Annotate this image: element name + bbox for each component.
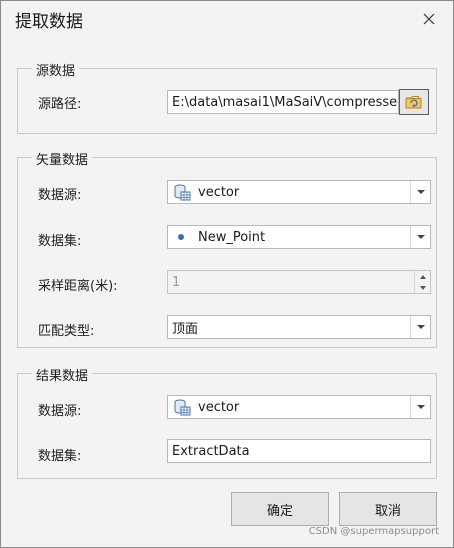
chevron-down-icon[interactable]: [410, 181, 430, 203]
source-path-label: 源路径:: [38, 97, 82, 112]
stepper-buttons[interactable]: [414, 271, 430, 293]
sample-distance-label: 采样距离(米):: [38, 279, 118, 294]
vector-dataset-select[interactable]: New_Point: [167, 225, 431, 249]
result-datasource-value: vector: [198, 399, 240, 415]
ok-button[interactable]: 确定: [231, 492, 329, 526]
source-data-legend: 源数据: [32, 60, 80, 79]
match-type-select[interactable]: 顶面: [167, 315, 431, 339]
sample-distance-value: 1: [172, 274, 181, 290]
source-data-group: 源数据 源路径: E:\data\masai1\MaSaiV\compresse…: [17, 60, 437, 134]
point-dataset-icon: [178, 234, 184, 240]
result-datasource-select[interactable]: vector: [167, 395, 431, 419]
source-path-value: E:\data\masai1\MaSaiV\compressed.s: [172, 94, 398, 110]
result-datasource-label: 数据源:: [38, 404, 82, 419]
result-dataset-input[interactable]: ExtractData: [167, 439, 431, 463]
dialog-title: 提取数据: [15, 12, 83, 32]
match-type-label: 匹配类型:: [38, 324, 95, 339]
folder-open-icon: [405, 96, 422, 109]
extract-data-dialog: 提取数据 源数据 源路径: E:\data\masai1\MaSaiV\comp…: [0, 0, 454, 548]
browse-button[interactable]: [399, 89, 429, 115]
vector-dataset-value: New_Point: [198, 229, 266, 245]
close-icon: [423, 13, 435, 25]
close-button[interactable]: [417, 7, 441, 31]
chevron-down-icon[interactable]: [410, 316, 430, 338]
increment-icon[interactable]: [415, 271, 430, 282]
chevron-down-icon[interactable]: [410, 226, 430, 248]
sample-distance-stepper[interactable]: 1: [167, 270, 431, 294]
vector-datasource-label: 数据源:: [38, 188, 82, 203]
decrement-icon[interactable]: [415, 282, 430, 293]
result-dataset-label: 数据集:: [38, 449, 82, 464]
chevron-down-icon[interactable]: [410, 396, 430, 418]
vector-datasource-value: vector: [198, 184, 240, 200]
source-path-input[interactable]: E:\data\masai1\MaSaiV\compressed.s: [167, 90, 399, 114]
result-data-group: 结果数据 数据源: vector 数据集: ExtractData: [17, 365, 437, 479]
result-dataset-value: ExtractData: [172, 443, 250, 459]
vector-data-group: 矢量数据 数据源: vector 数据集: New_Point 采样距离(米):…: [17, 149, 437, 348]
datasource-icon: [172, 182, 192, 202]
vector-dataset-label: 数据集:: [38, 234, 82, 249]
vector-datasource-select[interactable]: vector: [167, 180, 431, 204]
result-data-legend: 结果数据: [32, 365, 93, 384]
title-bar: 提取数据: [1, 1, 453, 37]
cancel-button[interactable]: 取消: [339, 492, 437, 526]
datasource-icon: [172, 397, 192, 417]
vector-data-legend: 矢量数据: [32, 149, 93, 168]
match-type-value: 顶面: [172, 321, 199, 337]
watermark: CSDN @supermapsupport: [308, 526, 439, 537]
